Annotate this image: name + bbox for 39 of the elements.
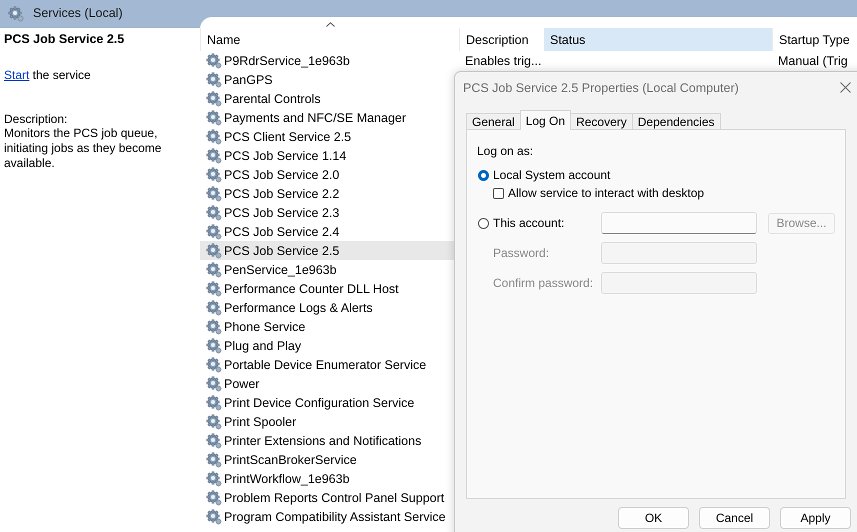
dialog-title: PCS Job Service 2.5 Properties (Local Computer) (463, 80, 739, 94)
description-text: Monitors the PCS job queue, initiating jobs as they become available. (4, 126, 162, 171)
service-name: Portable Device Enumerator Service (224, 358, 426, 372)
service-name: Program Compatibility Assistant Service (224, 510, 446, 524)
startup-type: Manual (Trig (778, 54, 848, 68)
service-name: PCS Job Service 2.0 (224, 168, 340, 182)
service-name: PCS Client Service 2.5 (224, 130, 352, 144)
password-label: Password: (493, 246, 550, 260)
service-name: P9RdrService_1e963b (224, 54, 350, 68)
start-service-text: Start the service (4, 68, 92, 82)
checkbox-label: Allow service to interact with desktop (508, 186, 704, 200)
service-name: PanGPS (224, 72, 273, 86)
service-heading: PCS Job Service 2.5 (4, 32, 126, 46)
service-name: PrintWorkflow_1e963b (224, 472, 350, 486)
service-name: Plug and Play (224, 338, 302, 352)
service-name: Performance Counter DLL Host (224, 282, 399, 296)
service-name: Problem Reports Control Panel Support (224, 490, 444, 504)
service-name: Performance Logs & Alerts (224, 300, 373, 314)
service-name: Print Spooler (224, 414, 296, 428)
service-description: Enables trig... (465, 54, 542, 68)
service-name: PrintScanBrokerService (224, 452, 357, 466)
description-label: Description: (4, 112, 68, 126)
radio-label: This account: (493, 216, 564, 230)
service-name: Payments and NFC/SE Manager (224, 110, 406, 124)
service-name: Phone Service (224, 320, 306, 334)
confirm-password-label: Confirm password: (493, 276, 594, 290)
service-name: PCS Job Service 1.14 (224, 148, 346, 162)
service-name: PCS Job Service 2.4 (224, 224, 340, 238)
service-name: Printer Extensions and Notifications (224, 434, 422, 448)
service-name: Power (224, 376, 260, 390)
logon-label: Log on as: (477, 144, 534, 158)
service-name: PCS Job Service 2.3 (224, 206, 340, 220)
service-name: PCS Job Service 2.5 (224, 244, 340, 258)
pane-title: Services (Local) (33, 6, 123, 20)
service-name: Parental Controls (224, 92, 321, 106)
service-name: PCS Job Service 2.2 (224, 186, 340, 200)
service-name: PenService_1e963b (224, 262, 337, 276)
service-name: Print Device Configuration Service (224, 396, 414, 410)
radio-label: Local System account (493, 168, 610, 182)
